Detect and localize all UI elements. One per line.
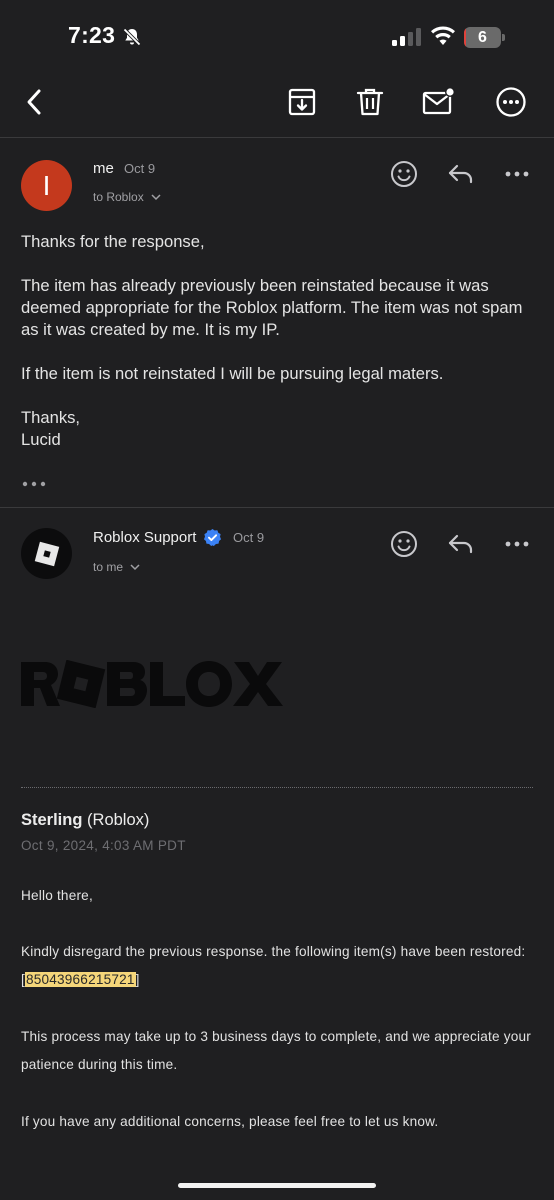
mail-toolbar <box>0 74 554 138</box>
mark-unread-button[interactable] <box>420 82 456 122</box>
mail-unread-icon <box>422 87 455 115</box>
concerns-paragraph: If you have any additional concerns, ple… <box>21 1114 439 1129</box>
react-button[interactable] <box>387 527 421 561</box>
cellular-signal-icon <box>392 28 421 46</box>
battery-body: 6 <box>464 27 501 48</box>
status-bar: 7:23 6 <box>0 0 554 74</box>
reply-icon <box>448 534 473 554</box>
message-divider <box>0 507 554 508</box>
bell-slash-icon <box>123 28 141 46</box>
agent-org: (Roblox) <box>87 811 150 829</box>
recipient-label: to Roblox <box>93 190 144 204</box>
smiley-icon <box>391 531 417 557</box>
more-options-button[interactable] <box>493 82 529 122</box>
body-paragraph: The item has already previously been rei… <box>21 276 523 339</box>
verified-badge-icon <box>203 528 222 547</box>
battery-level: 6 <box>478 29 487 46</box>
restored-suffix: ] <box>135 972 140 987</box>
support-greeting: Hello there, <box>21 888 93 903</box>
avatar <box>21 528 72 579</box>
body-paragraph: If the item is not reinstated I will be … <box>21 364 444 383</box>
delete-button[interactable] <box>352 82 388 122</box>
roblox-wordmark-logo <box>21 660 283 708</box>
more-horizontal-icon <box>505 171 529 177</box>
body-signature: Lucid <box>21 430 61 449</box>
battery-indicator: 6 <box>464 27 505 48</box>
show-trimmed-content-icon[interactable] <box>21 476 47 492</box>
trash-icon <box>356 88 384 116</box>
roblox-logo-icon <box>34 541 59 566</box>
status-time: 7:23 <box>68 22 116 48</box>
body-signoff: Thanks, <box>21 408 81 427</box>
message-more-button[interactable] <box>500 527 534 561</box>
message-more-button[interactable] <box>500 157 534 191</box>
chevron-down-icon <box>151 194 161 201</box>
sender-name: Roblox Support <box>93 529 197 546</box>
reply-timestamp: Oct 9, 2024, 4:03 AM PDT <box>21 838 186 853</box>
more-horizontal-icon <box>505 541 529 547</box>
smiley-icon <box>391 161 417 187</box>
back-button[interactable] <box>16 82 52 122</box>
agent-signature-line: Sterling (Roblox) <box>21 811 149 830</box>
message-date: Oct 9 <box>124 161 156 176</box>
recipient-toggle[interactable]: to Roblox <box>93 190 161 204</box>
react-button[interactable] <box>387 157 421 191</box>
item-id-highlight[interactable]: 85043966215721 <box>24 972 136 987</box>
archive-icon <box>288 88 316 116</box>
avatar: I <box>21 160 72 211</box>
email-thread-screen: 7:23 6 I me Oct 9 to Roblox Thanks for t… <box>0 0 554 1200</box>
recipient-label: to me <box>93 560 124 574</box>
chevron-down-icon <box>130 564 140 571</box>
reply-button[interactable] <box>444 157 478 191</box>
message-body-1: Thanks for the response, The item has al… <box>21 231 533 451</box>
reply-button[interactable] <box>444 527 478 561</box>
chevron-left-icon <box>27 89 41 115</box>
message-header-2[interactable]: Roblox Support Oct 9 to me <box>0 525 554 595</box>
sender-name: me <box>93 160 114 177</box>
message-header-1[interactable]: I me Oct 9 to Roblox <box>0 155 554 225</box>
wifi-icon <box>431 26 455 45</box>
restored-paragraph: Kindly disregard the previous response. … <box>21 938 533 994</box>
avatar-letter: I <box>42 169 51 201</box>
processing-paragraph: This process may take up to 3 business d… <box>21 1029 531 1072</box>
message-date: Oct 9 <box>233 530 265 545</box>
battery-tip <box>502 34 505 41</box>
archive-button[interactable] <box>284 82 320 122</box>
recipient-toggle[interactable]: to me <box>93 560 140 574</box>
body-greeting: Thanks for the response, <box>21 232 205 251</box>
home-indicator[interactable] <box>178 1183 376 1188</box>
reply-icon <box>448 164 473 184</box>
more-circle-icon <box>496 87 526 117</box>
agent-name: Sterling <box>21 811 83 829</box>
content-divider <box>21 787 533 788</box>
